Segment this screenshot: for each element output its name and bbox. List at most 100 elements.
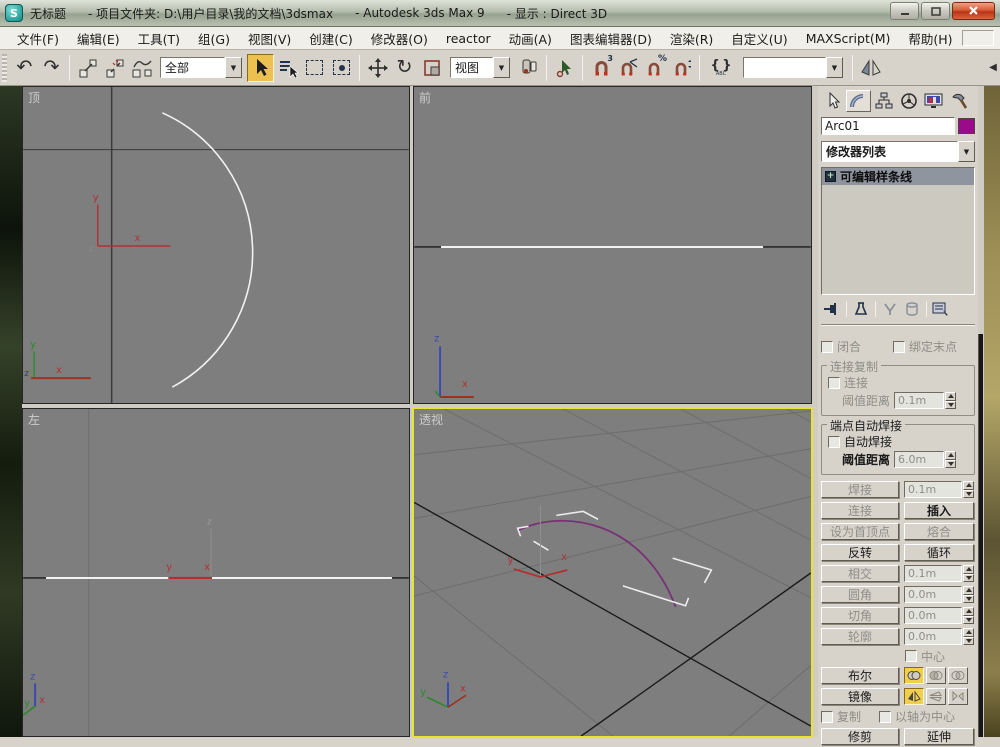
insert-button[interactable]: 插入 <box>904 502 974 519</box>
chevron-down-icon[interactable]: ▼ <box>826 57 843 78</box>
modifier-list-dropdown[interactable]: 修改器列表 ▼ <box>821 141 975 162</box>
unlink-selection-button[interactable] <box>101 54 128 82</box>
modifier-stack[interactable]: + 可编辑样条线 <box>821 167 975 295</box>
mirror-spline-button[interactable]: 镜像 <box>821 688 899 705</box>
menu-graph-editors[interactable]: 图表编辑器(D) <box>561 27 661 50</box>
maximize-button[interactable] <box>921 2 950 20</box>
spinner-down-icon[interactable] <box>945 459 957 468</box>
chamfer-button[interactable]: 切角 <box>821 607 899 624</box>
boolean-subtract-button[interactable] <box>926 667 946 684</box>
viewport-perspective-label[interactable]: 透视 <box>419 411 443 428</box>
pin-stack-button[interactable] <box>821 300 843 318</box>
spinner-down-icon[interactable] <box>963 573 974 582</box>
tab-create[interactable] <box>821 90 846 112</box>
fillet-spinner[interactable]: 0.0m <box>904 586 974 603</box>
menu-edit[interactable]: 编辑(E) <box>68 27 129 50</box>
fillet-button[interactable]: 圆角 <box>821 586 899 603</box>
spinner-up-icon[interactable] <box>945 451 957 460</box>
menu-tools[interactable]: 工具(T) <box>129 27 189 50</box>
configure-modifier-sets-button[interactable] <box>930 300 952 318</box>
connect-checkbox[interactable] <box>828 376 840 389</box>
menu-reactor[interactable]: reactor <box>437 29 500 48</box>
weld-threshold-spinner[interactable]: 0.1m <box>904 481 974 498</box>
window-crossing-button[interactable] <box>328 54 355 82</box>
outline-spinner[interactable]: 0.0m <box>904 628 974 645</box>
cycle-button[interactable]: 循环 <box>904 544 974 561</box>
use-pivot-point-center-button[interactable] <box>515 54 542 82</box>
cross-insert-button[interactable]: 相交 <box>821 565 899 582</box>
make-unique-button[interactable] <box>879 300 901 318</box>
select-and-link-button[interactable] <box>74 54 101 82</box>
select-and-scale-button[interactable] <box>418 54 445 82</box>
close-checkbox[interactable] <box>821 340 833 353</box>
viewport-left[interactable]: 左 z y x z y x <box>22 408 410 737</box>
viewport-top-canvas[interactable]: y x z y x z <box>23 87 409 403</box>
panel-scrollbar[interactable] <box>978 334 983 737</box>
spinner-down-icon[interactable] <box>963 615 974 624</box>
show-end-result-button[interactable] <box>850 300 872 318</box>
object-color-swatch[interactable] <box>958 118 975 134</box>
connect-button[interactable]: 连接 <box>821 502 899 519</box>
tab-utilities[interactable] <box>946 90 971 112</box>
mirror-vertical-button[interactable] <box>926 688 946 705</box>
select-object-button[interactable] <box>247 53 274 82</box>
spinner-up-icon[interactable] <box>963 586 974 595</box>
spinner-down-icon[interactable] <box>945 400 957 409</box>
about-pivot-checkbox[interactable] <box>879 710 891 723</box>
mirror-both-button[interactable] <box>948 688 968 705</box>
spinner-down-icon[interactable] <box>963 594 974 603</box>
menu-customize[interactable]: 自定义(U) <box>722 27 796 50</box>
viewport-front-canvas[interactable]: z x <box>414 87 811 403</box>
spinner-up-icon[interactable] <box>963 607 974 616</box>
menu-help[interactable]: 帮助(H) <box>899 27 961 50</box>
outline-button[interactable]: 轮廓 <box>821 628 899 645</box>
remove-modifier-button[interactable] <box>901 300 923 318</box>
object-name-field[interactable]: Arc01 <box>821 117 955 135</box>
viewport-top-label[interactable]: 顶 <box>28 89 40 106</box>
connect-threshold-spinner[interactable]: 0.1m <box>894 392 957 409</box>
arc-spline[interactable] <box>162 112 254 388</box>
menu-group[interactable]: 组(G) <box>189 27 239 50</box>
reverse-button[interactable]: 反转 <box>821 544 899 561</box>
viewport-top[interactable]: 顶 y x z y x z <box>22 86 410 404</box>
menu-file[interactable]: 文件(F) <box>8 27 68 50</box>
menu-modifiers[interactable]: 修改器(O) <box>362 27 437 50</box>
angle-snap-button[interactable] <box>614 54 641 82</box>
chevron-down-icon[interactable]: ▼ <box>493 57 510 78</box>
spinner-snap-button[interactable] <box>668 54 695 82</box>
named-selection-dropdown[interactable]: ▼ <box>743 57 843 78</box>
mirror-horizontal-button[interactable] <box>904 688 924 705</box>
percent-snap-button[interactable]: % <box>641 54 668 82</box>
mirror-button[interactable] <box>857 54 884 82</box>
reference-coordinate-dropdown[interactable]: 视图 ▼ <box>450 57 510 78</box>
tab-hierarchy[interactable] <box>871 90 896 112</box>
select-by-name-button[interactable] <box>274 54 301 82</box>
chamfer-spinner[interactable]: 0.0m <box>904 607 974 624</box>
viewport-perspective[interactable]: 透视 x y z y x <box>412 407 813 738</box>
named-selection-sets-button[interactable]: { } ABC <box>704 54 738 82</box>
spinner-down-icon[interactable] <box>963 489 974 498</box>
minimize-button[interactable] <box>890 2 919 20</box>
viewport-perspective-canvas[interactable]: x y z y x <box>414 409 811 736</box>
center-checkbox[interactable] <box>905 650 917 662</box>
bind-to-space-warp-button[interactable] <box>128 54 155 82</box>
tab-modify[interactable] <box>846 90 871 112</box>
menu-maxscript[interactable]: MAXScript(M) <box>797 29 900 48</box>
select-and-rotate-button[interactable]: ↻ <box>391 54 418 82</box>
bind-last-checkbox[interactable] <box>893 340 905 353</box>
auto-weld-threshold-spinner[interactable]: 6.0m <box>894 451 957 468</box>
viewport-left-label[interactable]: 左 <box>28 411 40 428</box>
stack-item-editable-spline[interactable]: + 可编辑样条线 <box>822 168 974 185</box>
fuse-button[interactable]: 熔合 <box>904 523 974 540</box>
viewport-left-canvas[interactable]: z y x z y x <box>23 409 409 736</box>
chevron-down-icon[interactable]: ▼ <box>225 57 242 78</box>
menu-create[interactable]: 创建(C) <box>300 27 361 50</box>
selection-filter-dropdown[interactable]: 全部 ▼ <box>160 57 242 78</box>
expand-icon[interactable]: + <box>825 171 836 182</box>
boolean-button[interactable]: 布尔 <box>821 667 899 684</box>
tab-display[interactable] <box>921 90 946 112</box>
select-and-manipulate-button[interactable] <box>551 54 578 82</box>
select-and-move-button[interactable] <box>364 54 391 82</box>
spinner-up-icon[interactable] <box>945 392 957 401</box>
make-first-button[interactable]: 设为首顶点 <box>821 523 899 540</box>
